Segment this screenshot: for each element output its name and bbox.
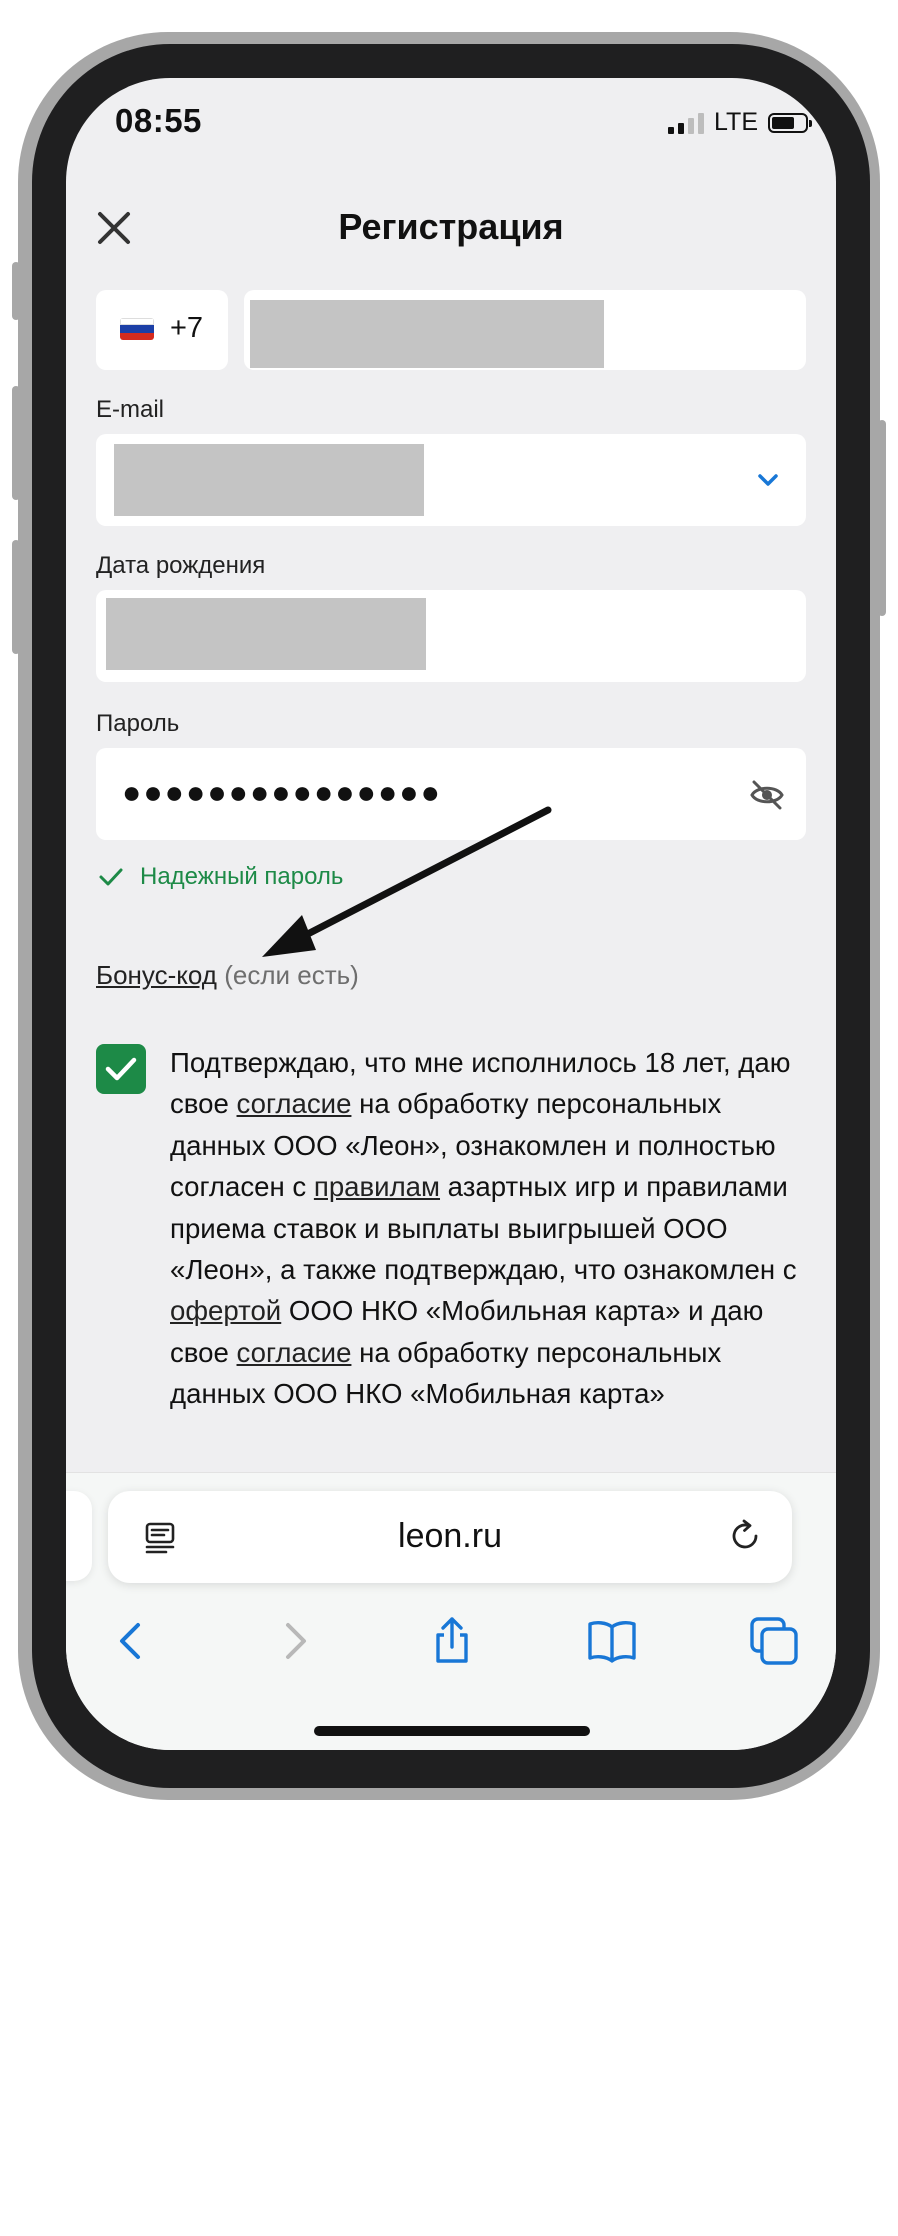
password-label: Пароль <box>96 710 180 737</box>
consent-checkbox[interactable] <box>96 1044 146 1094</box>
bonus-code-row: Бонус-код (если есть) <box>96 960 359 991</box>
browser-nav-row <box>66 1613 836 1677</box>
redacted-email <box>114 444 424 516</box>
signal-bars-icon <box>668 112 704 134</box>
url-text: leon.ru <box>398 1517 502 1555</box>
password-value: ●●●●●●●●●●●●●●● <box>122 774 442 810</box>
bonus-code-link[interactable]: Бонус-код <box>96 960 217 990</box>
redacted-birth-date <box>106 598 426 670</box>
share-icon[interactable] <box>424 1613 480 1669</box>
dial-code: +7 <box>170 312 204 344</box>
status-indicators: LTE <box>668 108 812 137</box>
home-indicator <box>314 1726 590 1736</box>
offer-link[interactable]: офертой <box>170 1295 281 1326</box>
forward-icon[interactable] <box>266 1613 322 1669</box>
redacted-phone <box>250 300 604 368</box>
browser-toolbar: leon.ru <box>66 1472 836 1750</box>
screen: 08:55 LTE Регистрация +7 E-mail Дата рож… <box>66 78 836 1750</box>
country-code-selector[interactable]: +7 <box>96 290 228 370</box>
consent-text: Подтверждаю, что мне исполнилось 18 лет,… <box>170 1042 806 1415</box>
password-strength-text: Надежный пароль <box>140 863 344 890</box>
tabs-icon[interactable] <box>746 1613 802 1669</box>
registration-header: Регистрация <box>66 196 836 266</box>
password-strength: Надежный пароль <box>96 862 343 892</box>
email-label: E-mail <box>96 396 165 423</box>
page-title: Регистрация <box>338 206 564 247</box>
email-field[interactable] <box>96 434 806 526</box>
phone-input[interactable] <box>244 290 806 370</box>
chevron-down-icon[interactable] <box>756 468 780 492</box>
consent-link-personal-data[interactable]: согласие <box>237 1088 352 1119</box>
rules-link[interactable]: правилам <box>314 1171 440 1202</box>
network-type: LTE <box>714 108 758 136</box>
password-field[interactable]: ●●●●●●●●●●●●●●● <box>96 748 806 840</box>
battery-icon <box>768 112 812 133</box>
power-button <box>878 420 886 616</box>
birth-date-label: Дата рождения <box>96 552 266 579</box>
eye-off-icon[interactable] <box>748 776 786 814</box>
russia-flag-icon <box>120 318 154 340</box>
checkmark-icon <box>99 868 123 886</box>
volume-down-button <box>12 540 20 654</box>
status-time: 08:55 <box>115 102 202 139</box>
back-icon[interactable] <box>104 1613 160 1669</box>
bonus-code-hint: (если есть) <box>216 960 359 990</box>
address-bar[interactable]: leon.ru <box>108 1491 792 1583</box>
previous-tab-preview[interactable] <box>66 1491 92 1581</box>
status-bar: 08:55 LTE <box>66 78 836 168</box>
volume-up-button <box>12 386 20 500</box>
consent-link-nko[interactable]: согласие <box>237 1337 352 1368</box>
birth-date-field[interactable] <box>96 590 806 682</box>
reload-icon[interactable] <box>726 1517 764 1555</box>
bookmarks-icon[interactable] <box>584 1613 640 1669</box>
silent-switch <box>12 262 20 320</box>
checkmark-icon <box>105 1057 137 1081</box>
